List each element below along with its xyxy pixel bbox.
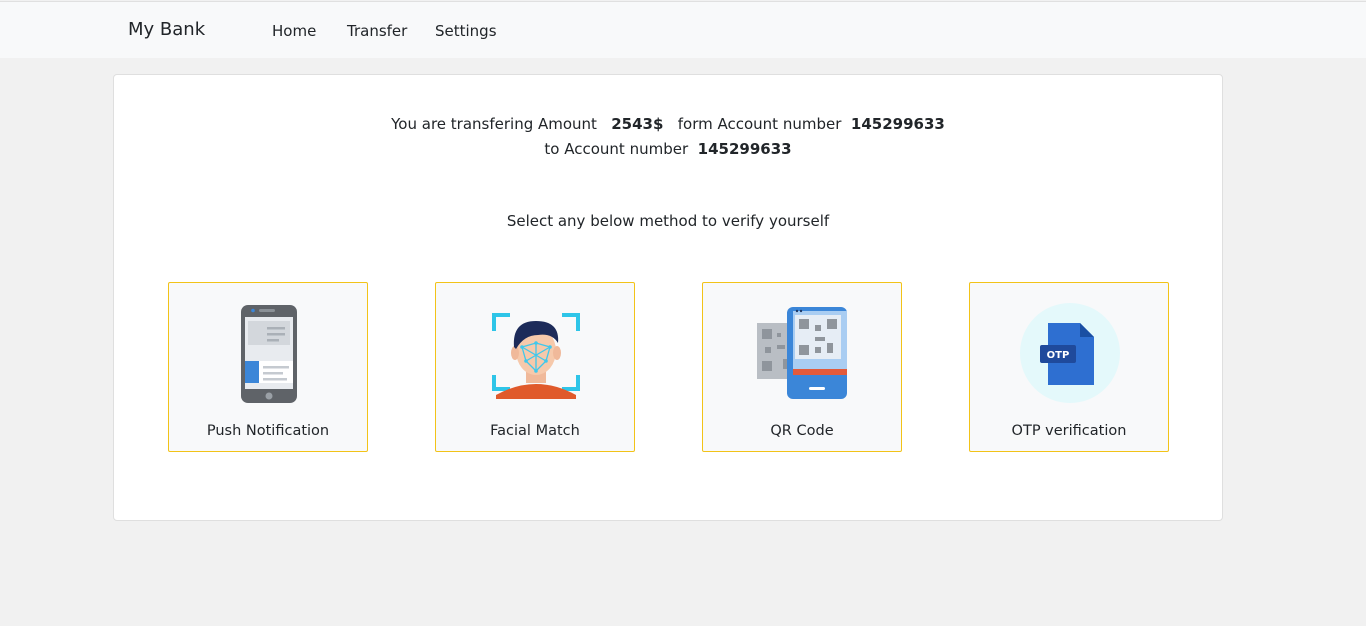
nav-settings[interactable]: Settings [435,22,497,40]
nav-home[interactable]: Home [272,22,316,40]
method-label: Facial Match [490,423,580,439]
from-account-label: form Account number [677,115,842,133]
phone-notification-icon [219,303,319,403]
method-otp-verification[interactable]: OTP OTP verification [969,282,1169,452]
otp-file-icon: OTP [1020,303,1120,403]
to-account-number: 145299633 [697,140,792,158]
brand-logo[interactable]: My Bank [128,19,205,40]
method-facial-match[interactable]: Facial Match [435,282,635,452]
verification-card: You are transfering Amount 2543$ form Ac… [113,74,1223,521]
transfer-summary-line-2: to Account number 145299633 [114,140,1222,158]
method-push-notification[interactable]: Push Notification [168,282,368,452]
transfer-prefix: You are transfering Amount [391,115,597,133]
nav-transfer[interactable]: Transfer [347,22,407,40]
method-qr-code[interactable]: QR Code [702,282,902,452]
from-account-number: 145299633 [850,115,945,133]
method-label: OTP verification [1011,423,1127,439]
svg-text:OTP: OTP [1047,350,1070,361]
qr-code-icon [753,303,853,403]
face-scan-icon [486,303,586,403]
method-label: QR Code [770,423,834,439]
to-account-label: to Account number [544,140,689,158]
navbar: My Bank Home Transfer Settings [0,1,1366,58]
method-label: Push Notification [206,423,330,439]
verification-instruction: Select any below method to verify yourse… [506,212,830,230]
transfer-amount: 2543$ [611,115,664,133]
transfer-summary-line-1: You are transfering Amount 2543$ form Ac… [114,115,1222,133]
